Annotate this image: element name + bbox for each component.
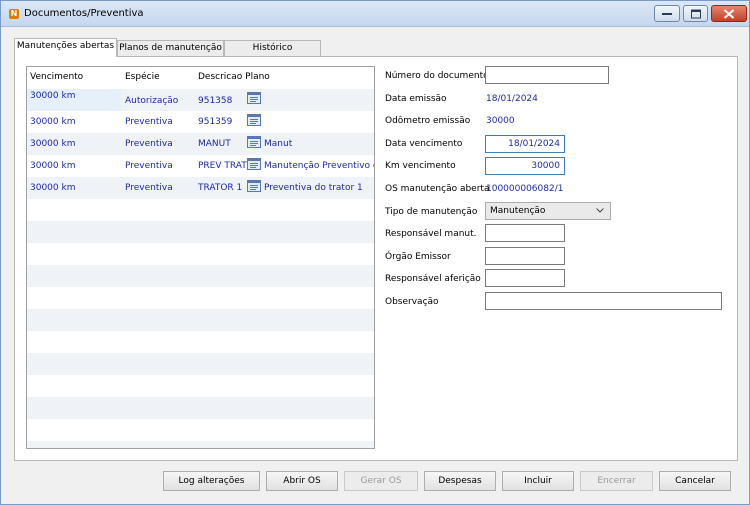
empty-row bbox=[27, 309, 374, 331]
cell-descricao[interactable]: 951359 bbox=[198, 117, 232, 127]
tipo-manutencao-select[interactable]: Manutenção bbox=[485, 202, 611, 220]
label-responsavel-afericao: Responsável aferição bbox=[385, 274, 481, 284]
minimize-button[interactable] bbox=[654, 5, 680, 22]
cell-especie[interactable]: Preventiva bbox=[125, 183, 173, 193]
data-vencimento-input[interactable]: 18/01/2024 bbox=[485, 135, 565, 153]
table-row[interactable]: 30000 km Preventiva 951359 bbox=[27, 111, 374, 133]
cell-descricao[interactable]: MANUT bbox=[198, 139, 231, 149]
cell-plano[interactable]: Preventiva do trator 1 bbox=[264, 183, 363, 193]
empty-row bbox=[27, 265, 374, 287]
chevron-down-icon bbox=[596, 208, 604, 213]
maintenance-grid[interactable]: Vencimento Espécie Descricao Plano 30000… bbox=[26, 66, 375, 449]
empty-row bbox=[27, 287, 374, 309]
maximize-button[interactable] bbox=[683, 5, 708, 22]
cell-vencimento[interactable]: 30000 km bbox=[27, 89, 121, 111]
empty-row bbox=[27, 419, 374, 441]
empty-row bbox=[27, 441, 374, 448]
cell-vencimento[interactable]: 30000 km bbox=[30, 117, 75, 127]
odometro-emissao-value: 30000 bbox=[486, 116, 515, 126]
label-tipo-manutencao: Tipo de manutenção bbox=[385, 207, 478, 217]
empty-row bbox=[27, 221, 374, 243]
column-header-descricao-plano[interactable]: Descricao Plano bbox=[198, 72, 270, 82]
column-header-especie[interactable]: Espécie bbox=[125, 72, 160, 82]
cell-descricao[interactable]: 951358 bbox=[198, 96, 232, 106]
log-alteracoes-button[interactable]: Log alterações bbox=[163, 471, 260, 491]
close-icon bbox=[723, 8, 735, 19]
data-emissao-value: 18/01/2024 bbox=[486, 94, 538, 104]
orgao-emissor-input[interactable] bbox=[485, 247, 565, 265]
minimize-icon bbox=[662, 12, 672, 15]
document-icon[interactable] bbox=[247, 136, 261, 151]
gerar-os-button[interactable]: Gerar OS bbox=[344, 471, 418, 491]
label-numero-documento: Número do documento bbox=[385, 71, 489, 81]
abrir-os-button[interactable]: Abrir OS bbox=[266, 471, 338, 491]
cell-plano[interactable]: Manut bbox=[264, 139, 292, 149]
document-icon[interactable] bbox=[247, 180, 261, 195]
table-row[interactable]: 30000 km Preventiva TRATOR 1 Preventiva … bbox=[27, 177, 374, 199]
responsavel-manut-input[interactable] bbox=[485, 224, 565, 242]
label-km-vencimento: Km vencimento bbox=[385, 161, 456, 171]
grid-header: Vencimento Espécie Descricao Plano bbox=[27, 67, 374, 89]
empty-row bbox=[27, 397, 374, 419]
label-data-emissao: Data emissão bbox=[385, 94, 447, 104]
title-bar: N Documentos/Preventiva bbox=[1, 1, 749, 27]
label-orgao-emissor: Órgão Emissor bbox=[385, 252, 451, 262]
close-button[interactable] bbox=[711, 5, 747, 22]
cell-vencimento[interactable]: 30000 km bbox=[30, 161, 75, 171]
table-row[interactable]: 30000 km Autorização 951358 bbox=[27, 89, 374, 111]
tab-historico[interactable]: Histórico bbox=[224, 40, 321, 56]
cell-descricao[interactable]: TRATOR 1 bbox=[198, 183, 242, 193]
empty-row bbox=[27, 353, 374, 375]
table-row[interactable]: 30000 km Preventiva PREV TRAT Manutenção… bbox=[27, 155, 374, 177]
empty-row bbox=[27, 199, 374, 221]
maximize-icon bbox=[690, 9, 701, 18]
table-row[interactable]: 30000 km Preventiva MANUT Manut bbox=[27, 133, 374, 155]
window-title: Documentos/Preventiva bbox=[24, 8, 144, 19]
despesas-button[interactable]: Despesas bbox=[424, 471, 496, 491]
label-odometro-emissao: Odômetro emissão bbox=[385, 116, 471, 126]
tipo-manutencao-selected: Manutenção bbox=[490, 206, 546, 216]
numero-documento-input[interactable] bbox=[485, 66, 609, 84]
km-vencimento-input[interactable]: 30000 bbox=[485, 157, 565, 175]
empty-row bbox=[27, 243, 374, 265]
incluir-button[interactable]: Incluir bbox=[502, 471, 574, 491]
observacao-input[interactable] bbox=[485, 292, 722, 310]
cell-plano[interactable]: Manutenção Preventivo d bbox=[264, 161, 374, 171]
cell-vencimento[interactable]: 30000 km bbox=[30, 139, 75, 149]
label-observacao: Observação bbox=[385, 297, 439, 307]
label-data-vencimento: Data vencimento bbox=[385, 139, 463, 149]
os-manutencao-value: 100000006082/1 bbox=[486, 184, 564, 194]
tab-panel: Vencimento Espécie Descricao Plano 30000… bbox=[14, 56, 738, 461]
cell-especie[interactable]: Preventiva bbox=[125, 161, 173, 171]
cell-vencimento[interactable]: 30000 km bbox=[30, 183, 75, 193]
encerrar-button[interactable]: Encerrar bbox=[580, 471, 653, 491]
window: N Documentos/Preventiva Manutenções aber… bbox=[0, 0, 750, 505]
cell-especie[interactable]: Preventiva bbox=[125, 117, 173, 127]
cell-descricao[interactable]: PREV TRAT bbox=[198, 161, 247, 171]
cell-especie[interactable]: Autorização bbox=[125, 96, 178, 106]
document-icon[interactable] bbox=[247, 114, 261, 129]
tab-planos-manutencao[interactable]: Planos de manutenção bbox=[117, 40, 224, 56]
column-header-vencimento[interactable]: Vencimento bbox=[30, 72, 83, 82]
document-icon[interactable] bbox=[247, 158, 261, 173]
label-responsavel-manut: Responsável manut. bbox=[385, 229, 477, 239]
document-icon[interactable] bbox=[247, 92, 261, 107]
cell-especie[interactable]: Preventiva bbox=[125, 139, 173, 149]
label-os-manutencao-aberta: OS manutenção aberta bbox=[385, 184, 490, 194]
app-icon: N bbox=[9, 9, 19, 19]
tab-manutencoes-abertas[interactable]: Manutenções abertas bbox=[14, 38, 117, 57]
content-area: Manutenções abertas Planos de manutenção… bbox=[6, 31, 745, 501]
empty-row bbox=[27, 375, 374, 397]
empty-row bbox=[27, 331, 374, 353]
cancelar-button[interactable]: Cancelar bbox=[659, 471, 731, 491]
responsavel-afericao-input[interactable] bbox=[485, 269, 565, 287]
